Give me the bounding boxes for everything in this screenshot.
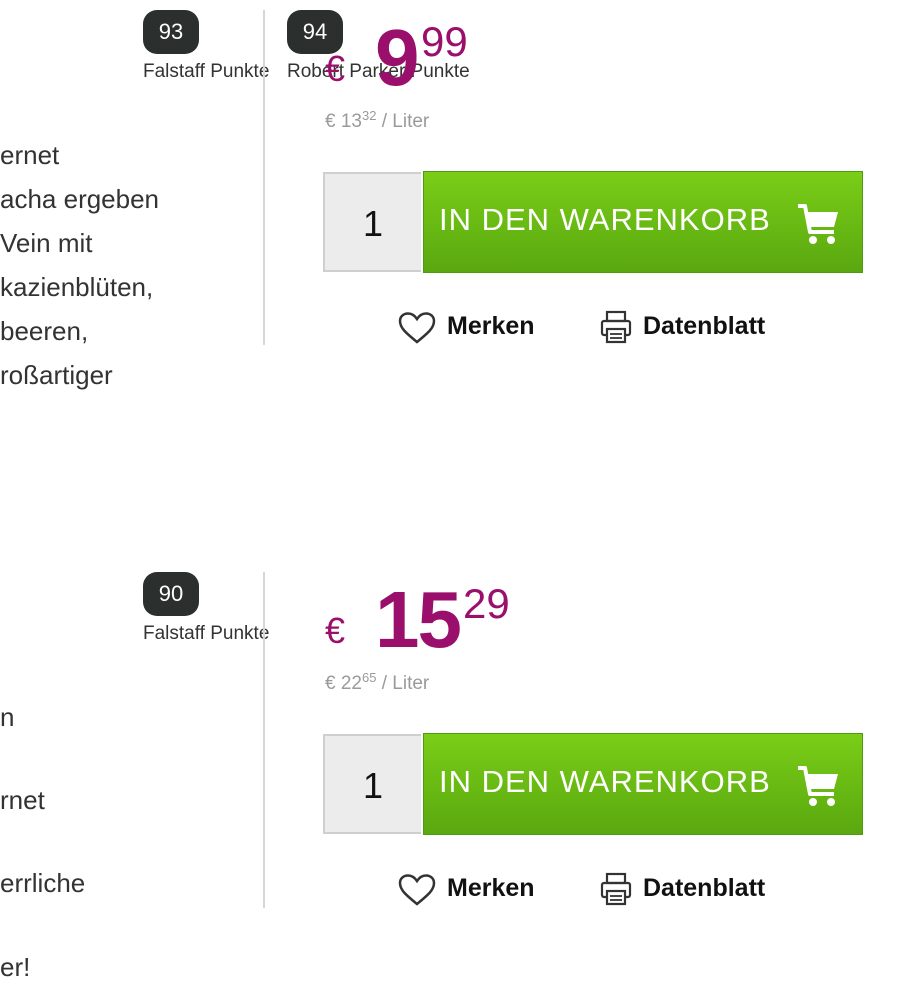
quantity-input[interactable]: 1 xyxy=(323,734,421,834)
description-line: kazienblüten, xyxy=(0,272,154,302)
merken-label: Merken xyxy=(447,874,535,902)
price-integer: 15 xyxy=(375,575,462,664)
datenblatt-label: Datenblatt xyxy=(643,312,766,340)
description-line: ernet xyxy=(0,140,60,170)
price-decimal: 29 xyxy=(463,580,510,627)
add-to-cart-label: IN DEN WARENKORB xyxy=(439,764,771,799)
rating-label-falstaff: Falstaff Punkte xyxy=(143,623,270,644)
price-currency: € xyxy=(325,48,346,89)
printer-icon xyxy=(600,872,632,906)
add-to-cart-button[interactable]: IN DEN WARENKORB xyxy=(423,733,863,835)
price-decimal: 99 xyxy=(421,18,468,65)
description-line: roßartiger xyxy=(0,360,113,390)
column-divider xyxy=(263,572,265,908)
column-divider xyxy=(263,10,265,345)
description-line: errliche xyxy=(0,868,86,898)
merken-label: Merken xyxy=(447,312,535,340)
heart-icon xyxy=(398,312,436,344)
unit-price: € 2265 / Liter xyxy=(325,670,430,694)
shopping-cart-icon xyxy=(798,204,838,244)
rating-badge-falstaff: 93 xyxy=(143,10,199,54)
printer-icon xyxy=(600,310,632,344)
add-to-cart-button[interactable]: IN DEN WARENKORB xyxy=(423,171,863,273)
description-line: Vein mit xyxy=(0,228,93,258)
datenblatt-label: Datenblatt xyxy=(643,874,766,902)
description-line: er! xyxy=(0,952,31,982)
description-line: rnet xyxy=(0,785,45,815)
description-line: beeren, xyxy=(0,316,89,346)
add-to-cart-label: IN DEN WARENKORB xyxy=(439,202,771,237)
unit-price: € 1332 / Liter xyxy=(325,108,430,132)
quantity-input[interactable]: 1 xyxy=(323,172,421,272)
rating-badge-falstaff: 90 xyxy=(143,572,199,616)
price-currency: € xyxy=(325,610,346,651)
price-integer: 9 xyxy=(375,13,419,102)
description-line: n xyxy=(0,702,15,732)
heart-icon xyxy=(398,874,436,906)
description-line: acha ergeben xyxy=(0,184,160,214)
shopping-cart-icon xyxy=(798,766,838,806)
rating-label-falstaff: Falstaff Punkte xyxy=(143,61,270,82)
